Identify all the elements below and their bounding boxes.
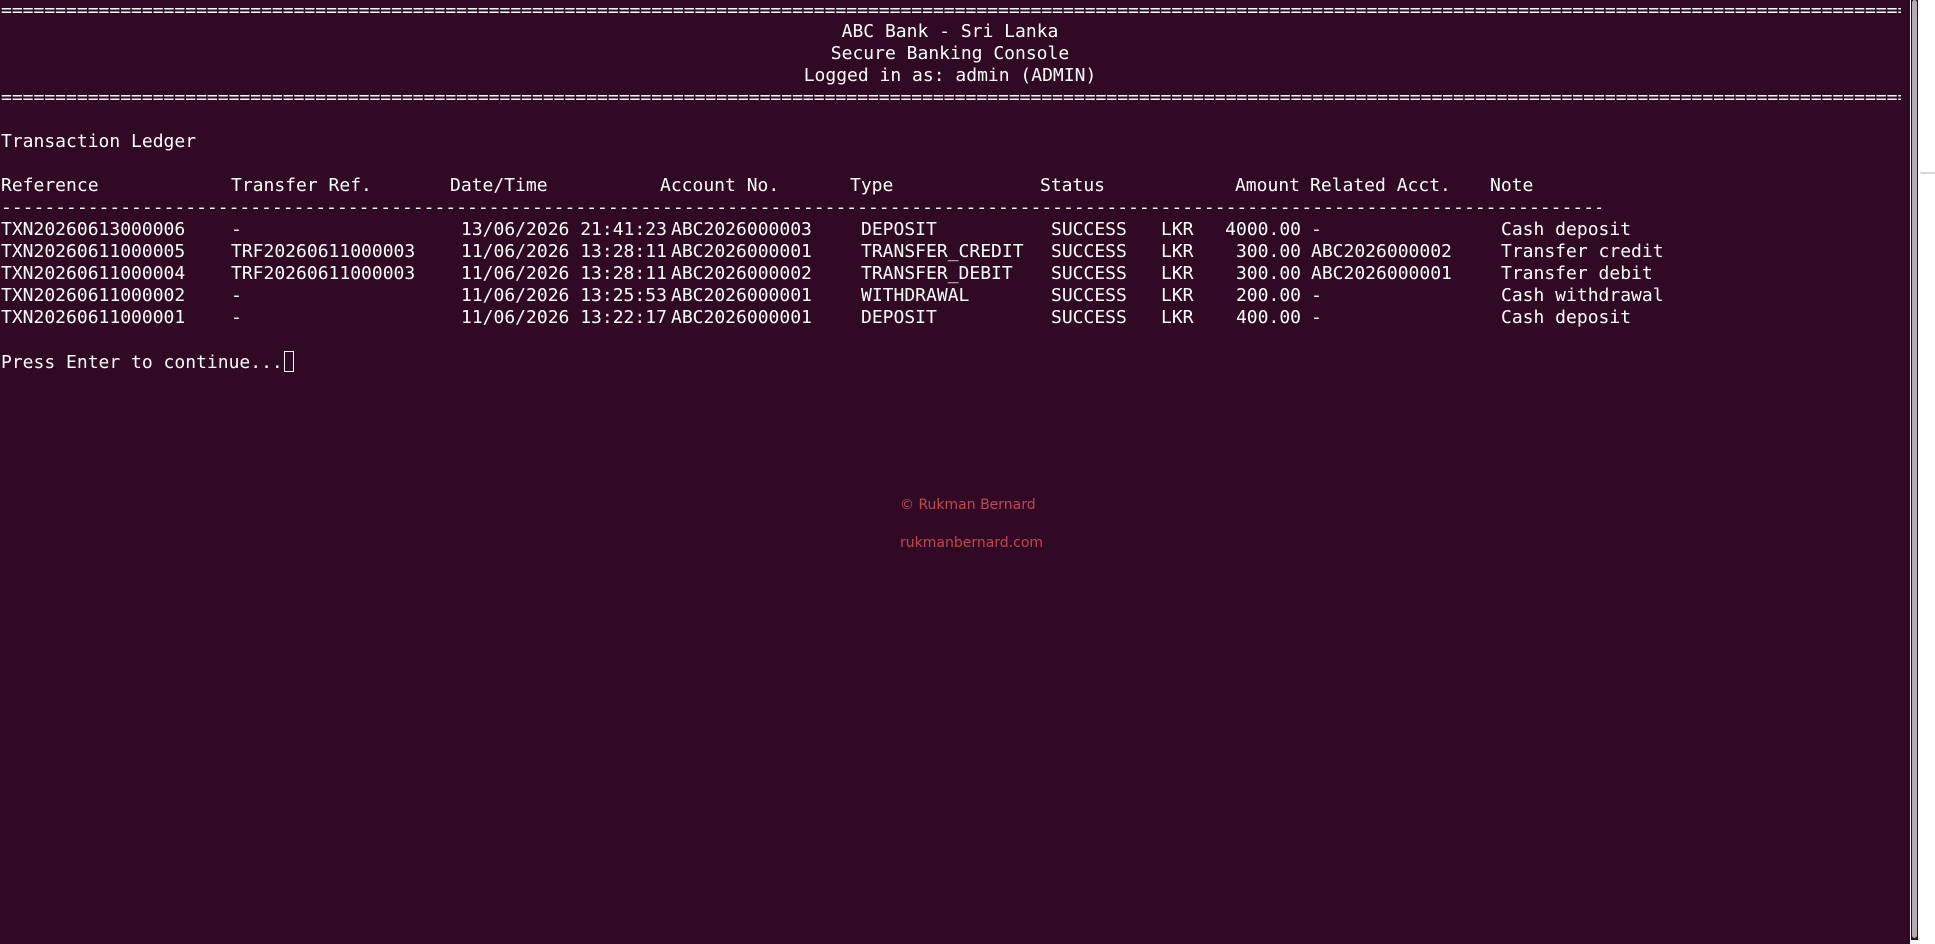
console-title: Secure Banking Console: [830, 43, 1070, 64]
cell-related: -: [1311, 219, 1322, 240]
cell-account: ABC2026000002: [671, 263, 812, 284]
logged-in-user: Logged in as: admin (ADMIN): [803, 65, 1097, 86]
cell-amount: 4000.00: [1225, 219, 1301, 240]
cell-status: SUCCESS: [1051, 263, 1127, 284]
cell-type: WITHDRAWAL: [861, 285, 970, 306]
cell-type: TRANSFER_DEBIT: [861, 263, 1013, 284]
column-header-note: Note: [1490, 175, 1534, 196]
cell-amount: 300.00: [1235, 263, 1301, 284]
footer-copyright: © Rukman Bernard: [900, 497, 1036, 513]
cell-account: ABC2026000001: [671, 241, 812, 262]
cell-status: SUCCESS: [1051, 285, 1127, 306]
ledger-title: Transaction Ledger: [1, 131, 197, 152]
cell-reference: TXN20260611000005: [1, 241, 186, 262]
continue-prompt-text: Press Enter to continue...: [1, 352, 283, 373]
cell-reference: TXN20260611000004: [1, 263, 186, 284]
cell-account: ABC2026000001: [671, 307, 812, 328]
cell-account: ABC2026000001: [671, 285, 812, 306]
cell-note: Cash deposit: [1501, 219, 1632, 240]
header-rule-bottom: ========================================…: [1, 87, 1901, 108]
bank-name: ABC Bank - Sri Lanka: [841, 21, 1059, 42]
cell-status: SUCCESS: [1051, 219, 1127, 240]
column-header-reference: Reference: [1, 175, 99, 196]
edge-tick: [1921, 173, 1935, 174]
cell-related: ABC2026000002: [1311, 241, 1452, 262]
cell-reference: TXN20260611000001: [1, 307, 186, 328]
cell-transfer-ref: -: [231, 219, 242, 240]
cell-currency: LKR: [1161, 307, 1194, 328]
cell-amount: 300.00: [1235, 241, 1301, 262]
cell-datetime: 11/06/2026 13:25:53: [461, 285, 667, 306]
column-header-account: Account No.: [660, 175, 780, 196]
column-header-transfer-ref: Transfer Ref.: [231, 175, 372, 196]
cell-transfer-ref: TRF20260611000003: [231, 241, 416, 262]
cell-note: Cash withdrawal: [1501, 285, 1664, 306]
cell-transfer-ref: -: [231, 307, 242, 328]
cell-reference: TXN20260611000002: [1, 285, 186, 306]
column-header-status: Status: [1040, 175, 1106, 196]
cell-reference: TXN20260613000006: [1, 219, 186, 240]
cell-datetime: 11/06/2026 13:28:11: [461, 263, 667, 284]
cell-currency: LKR: [1161, 263, 1194, 284]
cell-currency: LKR: [1161, 219, 1194, 240]
cell-type: DEPOSIT: [861, 307, 937, 328]
cell-note: Cash deposit: [1501, 307, 1632, 328]
column-header-related: Related Acct.: [1310, 175, 1451, 196]
cell-related: ABC2026000001: [1311, 263, 1452, 284]
cell-transfer-ref: TRF20260611000003: [231, 263, 416, 284]
cell-status: SUCCESS: [1051, 307, 1127, 328]
cell-related: -: [1311, 285, 1322, 306]
cell-datetime: 11/06/2026 13:28:11: [461, 241, 667, 262]
cell-currency: LKR: [1161, 285, 1194, 306]
cell-datetime: 11/06/2026 13:22:17: [461, 307, 667, 328]
text-cursor: [283, 351, 294, 372]
cell-note: Transfer debit: [1501, 263, 1653, 284]
column-header-datetime: Date/Time: [450, 175, 548, 196]
footer-website-link[interactable]: rukmanbernard.com: [900, 535, 1043, 551]
cell-datetime: 13/06/2026 21:41:23: [461, 219, 667, 240]
column-header-amount: Amount: [1234, 175, 1300, 196]
column-header-type: Type: [850, 175, 894, 196]
header-rule-top: ========================================…: [1, 0, 1901, 21]
cell-status: SUCCESS: [1051, 241, 1127, 262]
cell-account: ABC2026000003: [671, 219, 812, 240]
cell-note: Transfer credit: [1501, 241, 1664, 262]
scrollbar-thumb[interactable]: [1912, 0, 1917, 938]
cell-currency: LKR: [1161, 241, 1194, 262]
cell-transfer-ref: -: [231, 285, 242, 306]
cell-related: -: [1311, 307, 1322, 328]
continue-prompt[interactable]: Press Enter to continue...: [1, 351, 294, 373]
terminal-window[interactable]: ========================================…: [0, 0, 1935, 944]
cell-amount: 200.00: [1235, 285, 1301, 306]
table-separator: ----------------------------------------…: [1, 197, 1601, 218]
cell-type: DEPOSIT: [861, 219, 937, 240]
cell-type: TRANSFER_CREDIT: [861, 241, 1024, 262]
cell-amount: 400.00: [1235, 307, 1301, 328]
